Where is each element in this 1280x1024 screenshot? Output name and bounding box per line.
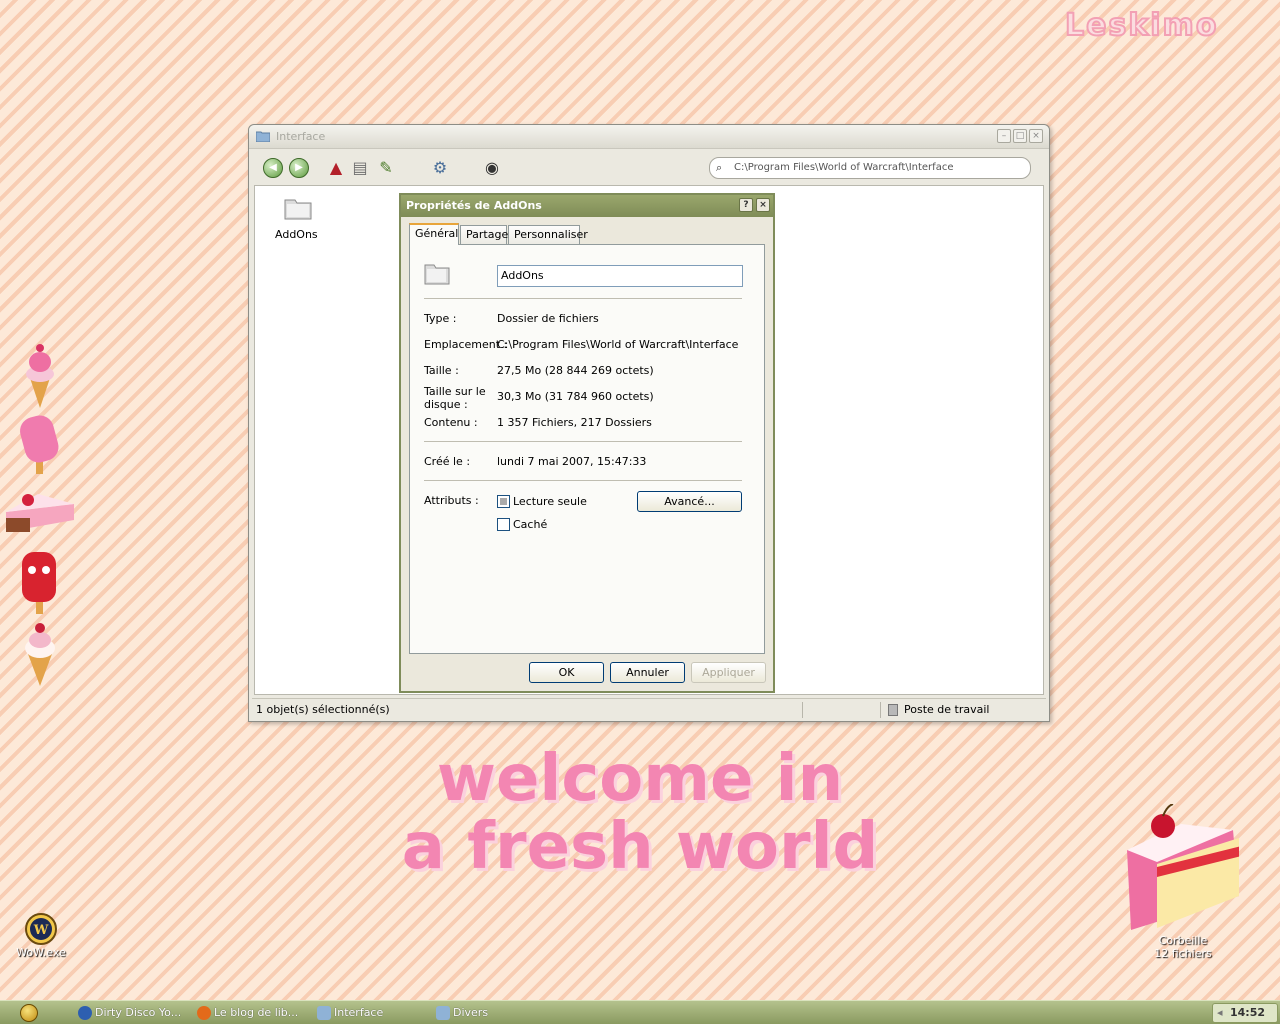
attributes-label: Attributs : bbox=[424, 494, 479, 507]
status-selected: 1 objet(s) sélectionné(s) bbox=[256, 703, 390, 716]
search-tool-icon[interactable]: ▲ bbox=[325, 157, 347, 179]
folder-item-label: AddOns bbox=[275, 228, 318, 241]
welcome-line-2: a fresh world bbox=[401, 810, 879, 884]
cancel-button[interactable]: Annuler bbox=[610, 662, 685, 683]
properties-dialog: Propriétés de AddOns ? × Général Partage… bbox=[399, 193, 775, 693]
monster-popsicle-icon bbox=[22, 552, 56, 614]
chevron-left-icon[interactable]: ◂ bbox=[1217, 1004, 1223, 1022]
folder-name-input[interactable]: AddOns bbox=[497, 265, 743, 287]
cherry-cone-icon bbox=[25, 623, 55, 686]
trash-count: 12 fichiers bbox=[1154, 947, 1212, 960]
type-label: Type : bbox=[424, 312, 457, 325]
trash-label: Corbeille bbox=[1158, 934, 1208, 947]
welcome-line-1: welcome in bbox=[436, 742, 844, 816]
taskbar-item-firefox[interactable]: Le blog de lib... bbox=[194, 1003, 304, 1023]
toolbar: ◀ ▶ ▲ ▤ ✎ ⚙ ◉ ⌕ C:\Program Files\World o… bbox=[249, 149, 1049, 185]
folder-icon bbox=[256, 131, 270, 142]
taskbar-clock[interactable]: ◂ 14:52 bbox=[1212, 1003, 1278, 1023]
cake-trash-icon bbox=[1127, 804, 1239, 930]
readonly-label[interactable]: Lecture seule bbox=[513, 495, 587, 508]
eye-icon[interactable]: ◉ bbox=[481, 157, 503, 179]
folder-icon bbox=[317, 1006, 331, 1020]
taskbar-item-media[interactable]: Dirty Disco Yo... bbox=[75, 1003, 185, 1023]
taskbar-item-divers[interactable]: Divers bbox=[433, 1003, 543, 1023]
created-value: lundi 7 mai 2007, 15:47:33 bbox=[497, 455, 647, 468]
back-button[interactable]: ◀ bbox=[263, 158, 283, 178]
tab-general[interactable]: Général bbox=[409, 223, 459, 245]
address-bar[interactable]: ⌕ C:\Program Files\World of Warcraft\Int… bbox=[709, 157, 1031, 179]
search-icon: ⌕ bbox=[716, 161, 723, 174]
size-value: 27,5 Mo (28 844 269 octets) bbox=[497, 364, 654, 377]
media-player-icon bbox=[78, 1006, 92, 1020]
location-value: C:\Program Files\World of Warcraft\Inter… bbox=[497, 338, 739, 351]
minimize-button[interactable]: – bbox=[997, 129, 1011, 143]
start-button[interactable] bbox=[20, 1004, 38, 1022]
hidden-checkbox[interactable] bbox=[497, 518, 510, 531]
maximize-button[interactable]: □ bbox=[1013, 129, 1027, 143]
general-panel: AddOns Type : Dossier de fichiers Emplac… bbox=[409, 244, 765, 654]
folders-tool-icon[interactable]: ▤ bbox=[349, 157, 371, 179]
tab-customize[interactable]: Personnaliser bbox=[508, 225, 588, 244]
size-label: Taille : bbox=[424, 364, 459, 377]
wow-icon-label: WoW.exe bbox=[16, 946, 66, 959]
tab-sharing[interactable]: Partage bbox=[460, 225, 508, 244]
trash-desktop-icon[interactable]: Corbeille 12 fichiers bbox=[1118, 804, 1248, 960]
apply-button[interactable]: Appliquer bbox=[691, 662, 766, 683]
status-bar: 1 objet(s) sélectionné(s) Poste de trava… bbox=[252, 698, 1046, 720]
wow-icon: W bbox=[25, 913, 57, 945]
dialog-title: Propriétés de AddOns bbox=[406, 199, 542, 212]
created-label: Créé le : bbox=[424, 455, 471, 468]
edit-tool-icon[interactable]: ✎ bbox=[375, 157, 397, 179]
location-label: Emplacement : bbox=[424, 338, 508, 351]
close-button[interactable]: × bbox=[1029, 129, 1043, 143]
dialog-titlebar[interactable]: Propriétés de AddOns ? × bbox=[401, 195, 773, 217]
folder-icon bbox=[436, 1006, 450, 1020]
hidden-label[interactable]: Caché bbox=[513, 518, 547, 531]
type-value: Dossier de fichiers bbox=[497, 312, 599, 325]
content-label: Contenu : bbox=[424, 416, 478, 429]
svg-text:W: W bbox=[33, 923, 49, 938]
forward-button[interactable]: ▶ bbox=[289, 158, 309, 178]
ice-cream-icon bbox=[26, 344, 54, 408]
firefox-icon bbox=[197, 1006, 211, 1020]
folder-icon bbox=[424, 264, 450, 285]
help-button[interactable]: ? bbox=[739, 198, 753, 212]
disk-size-value: 30,3 Mo (31 784 960 octets) bbox=[497, 390, 654, 403]
gear-icon[interactable]: ⚙ bbox=[429, 157, 451, 179]
computer-icon bbox=[888, 704, 898, 716]
content-value: 1 357 Fichiers, 217 Dossiers bbox=[497, 416, 652, 429]
status-location: Poste de travail bbox=[904, 703, 990, 716]
wow-desktop-icon[interactable]: W WoW.exe bbox=[14, 912, 68, 959]
address-text: C:\Program Files\World of Warcraft\Inter… bbox=[734, 162, 954, 173]
popsicle-icon bbox=[20, 415, 59, 474]
taskbar-item-interface[interactable]: Interface bbox=[314, 1003, 424, 1023]
cake-slice-icon bbox=[6, 494, 74, 532]
taskbar: Dirty Disco Yo... Le blog de lib... Inte… bbox=[0, 1000, 1280, 1024]
brand-logo: Leskimo bbox=[1064, 7, 1219, 44]
advanced-button[interactable]: Avancé... bbox=[637, 491, 742, 512]
disk-size-label: Taille sur le disque : bbox=[424, 385, 486, 411]
dialog-close-button[interactable]: × bbox=[756, 198, 770, 212]
folder-icon bbox=[284, 199, 312, 220]
ok-button[interactable]: OK bbox=[529, 662, 604, 683]
readonly-checkbox[interactable] bbox=[497, 495, 510, 508]
window-titlebar[interactable]: Interface – □ × bbox=[249, 125, 1049, 149]
window-title: Interface bbox=[276, 130, 326, 143]
